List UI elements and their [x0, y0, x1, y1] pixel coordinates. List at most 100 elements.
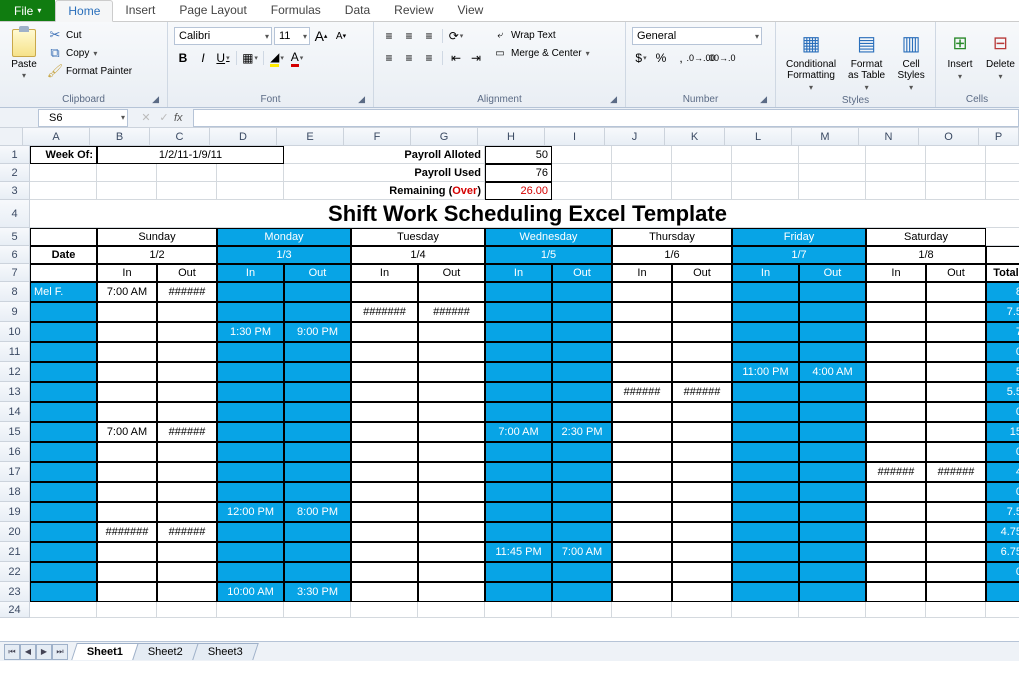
cell[interactable]: [351, 522, 418, 542]
shift-cell[interactable]: 7:00 AM: [97, 422, 157, 442]
fx-icon[interactable]: fx: [174, 112, 183, 124]
spreadsheet-grid[interactable]: ABCDEFGHIJKLMNOP 12345678910111213141516…: [0, 128, 1019, 661]
shift-cell[interactable]: ######: [418, 302, 485, 322]
blank[interactable]: [30, 264, 97, 282]
cell[interactable]: [926, 182, 986, 200]
page-title[interactable]: Shift Work Scheduling Excel Template: [30, 200, 1019, 228]
cell[interactable]: [217, 482, 284, 502]
shift-cell[interactable]: 0: [986, 562, 1019, 582]
align-middle-button[interactable]: ≡: [400, 27, 418, 45]
cell[interactable]: [217, 182, 284, 200]
cell[interactable]: [926, 282, 986, 302]
font-name-combo[interactable]: Calibri: [174, 27, 272, 45]
cell[interactable]: [552, 342, 612, 362]
cell[interactable]: [732, 602, 799, 618]
cell[interactable]: [612, 402, 672, 422]
cell[interactable]: [485, 402, 552, 422]
row-header-11[interactable]: 11: [0, 342, 30, 362]
shift-cell[interactable]: 11:45 PM: [485, 542, 552, 562]
shift-cell[interactable]: 2:30 PM: [552, 422, 612, 442]
row-header-5[interactable]: 5: [0, 228, 30, 246]
cell[interactable]: [284, 542, 351, 562]
cell[interactable]: [351, 502, 418, 522]
cell[interactable]: [418, 442, 485, 462]
conditional-formatting-button[interactable]: ▦ Conditional Formatting▾: [782, 27, 840, 94]
cell[interactable]: [986, 182, 1019, 200]
cell[interactable]: [284, 362, 351, 382]
borders-button[interactable]: ▦: [241, 49, 259, 67]
cell[interactable]: [799, 182, 866, 200]
shift-cell[interactable]: #######: [97, 522, 157, 542]
remaining-value[interactable]: 26.00: [485, 182, 552, 200]
day-header-tuesday[interactable]: Tuesday: [351, 228, 485, 246]
format-as-table-button[interactable]: ▤ Format as Table▾: [844, 27, 889, 94]
cell[interactable]: [418, 482, 485, 502]
cell[interactable]: [926, 164, 986, 182]
cell[interactable]: [672, 542, 732, 562]
formula-input[interactable]: [193, 109, 1019, 127]
sheet-tab-sheet3[interactable]: Sheet3: [192, 643, 258, 660]
col-header-K[interactable]: K: [665, 128, 725, 146]
row-header-15[interactable]: 15: [0, 422, 30, 442]
cell[interactable]: [284, 342, 351, 362]
date-sat[interactable]: 1/8: [866, 246, 986, 264]
shift-cell[interactable]: 0: [986, 442, 1019, 462]
cell[interactable]: [986, 228, 1019, 246]
cell[interactable]: [284, 382, 351, 402]
date-sun[interactable]: 1/2: [97, 246, 217, 264]
cell[interactable]: [157, 322, 217, 342]
cell[interactable]: [97, 542, 157, 562]
cell[interactable]: [30, 342, 97, 362]
decrease-indent-button[interactable]: ⇤: [447, 49, 465, 67]
cell[interactable]: [799, 146, 866, 164]
date-thu[interactable]: 1/6: [612, 246, 732, 264]
row-header-19[interactable]: 19: [0, 502, 30, 522]
cell[interactable]: [926, 582, 986, 602]
cell[interactable]: [866, 602, 926, 618]
cell[interactable]: [866, 522, 926, 542]
cell[interactable]: [485, 442, 552, 462]
cell[interactable]: [284, 522, 351, 542]
cell[interactable]: [157, 602, 217, 618]
col-header-H[interactable]: H: [478, 128, 545, 146]
cell[interactable]: [351, 422, 418, 442]
cell[interactable]: [418, 522, 485, 542]
col-header-L[interactable]: L: [725, 128, 792, 146]
cell[interactable]: [485, 522, 552, 542]
cell[interactable]: [157, 442, 217, 462]
cell[interactable]: [926, 302, 986, 322]
cell[interactable]: [97, 582, 157, 602]
total-label[interactable]: Total: [986, 264, 1019, 282]
cell[interactable]: [552, 602, 612, 618]
cell[interactable]: [30, 164, 97, 182]
cell[interactable]: [866, 302, 926, 322]
insert-cells-button[interactable]: ⊞ Insert▾: [942, 27, 978, 83]
cell[interactable]: [351, 362, 418, 382]
cell[interactable]: [732, 522, 799, 542]
shift-cell[interactable]: ######: [926, 462, 986, 482]
cell[interactable]: [217, 462, 284, 482]
cell[interactable]: [732, 164, 799, 182]
cell[interactable]: [485, 362, 552, 382]
tab-data[interactable]: Data: [333, 0, 382, 21]
cell[interactable]: [552, 402, 612, 422]
cell[interactable]: [485, 342, 552, 362]
row-header-3[interactable]: 3: [0, 182, 30, 200]
cell[interactable]: [418, 382, 485, 402]
cell-styles-button[interactable]: ▥ Cell Styles▾: [893, 27, 929, 94]
cell[interactable]: [866, 562, 926, 582]
cell[interactable]: [552, 164, 612, 182]
cell[interactable]: [284, 422, 351, 442]
cell[interactable]: [30, 402, 97, 422]
cell[interactable]: [799, 502, 866, 522]
sheet-tab-sheet1[interactable]: Sheet1: [71, 643, 139, 660]
cell[interactable]: [799, 164, 866, 182]
sheet-nav-last[interactable]: ⏭: [52, 644, 68, 660]
shift-cell[interactable]: ######: [157, 522, 217, 542]
dialog-launcher-icon[interactable]: ◢: [152, 94, 159, 105]
cell[interactable]: [672, 582, 732, 602]
cell[interactable]: [799, 302, 866, 322]
cell[interactable]: [732, 382, 799, 402]
shift-cell[interactable]: 7:00 AM: [552, 542, 612, 562]
out-label-thursday[interactable]: Out: [672, 264, 732, 282]
